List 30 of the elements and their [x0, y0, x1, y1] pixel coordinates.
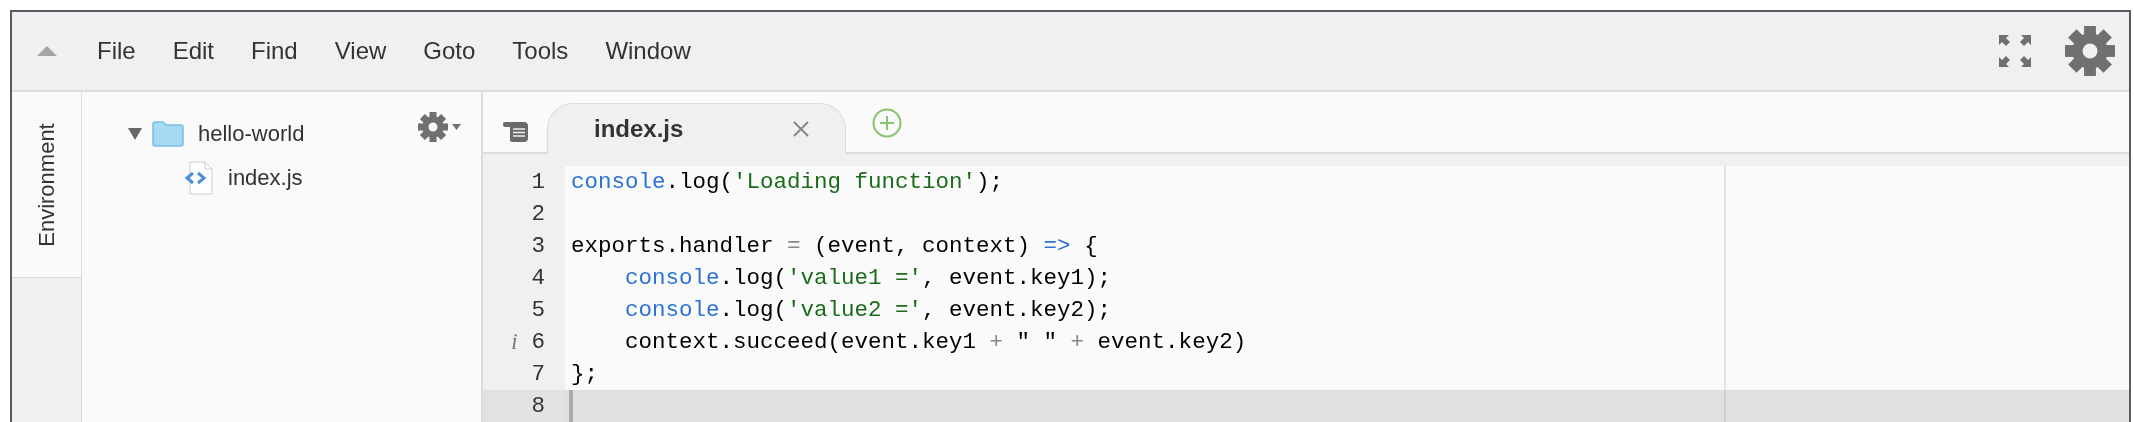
expanded-triangle-icon[interactable] — [128, 128, 142, 140]
text-cursor — [569, 390, 573, 422]
folder-name[interactable]: hello-world — [198, 121, 305, 147]
file-tab[interactable]: index.js — [547, 103, 847, 154]
menu-item[interactable]: Tools — [512, 37, 569, 65]
file-list-icon[interactable] — [503, 122, 529, 142]
menu-item[interactable]: Window — [605, 37, 691, 65]
line-number: 8 — [531, 392, 545, 421]
line-number: 7 — [531, 360, 545, 389]
line-number: 1 — [531, 168, 545, 197]
menu-item[interactable]: Edit — [172, 37, 215, 65]
line-number: 2 — [531, 200, 545, 229]
gear-icon[interactable] — [418, 112, 448, 142]
line-number: 6 — [531, 328, 545, 357]
close-icon[interactable] — [793, 121, 810, 137]
menu-item[interactable]: Goto — [423, 37, 476, 65]
menu-item[interactable]: Find — [251, 37, 298, 65]
code-file-icon — [184, 161, 214, 195]
menu-item[interactable]: File — [97, 37, 136, 65]
line-number: 3 — [531, 232, 545, 261]
sidebar-tab[interactable]: Environment — [12, 92, 81, 278]
info-icon[interactable]: i — [511, 326, 518, 358]
file-name[interactable]: index.js — [228, 165, 303, 191]
settings-icon[interactable] — [2065, 26, 2115, 76]
menu-item[interactable]: View — [334, 37, 387, 65]
caret-icon[interactable] — [452, 124, 461, 130]
folder-icon — [152, 121, 184, 147]
line-number: 4 — [531, 264, 545, 293]
fullscreen-icon[interactable] — [1999, 35, 2031, 67]
line-number: 5 — [531, 296, 545, 325]
